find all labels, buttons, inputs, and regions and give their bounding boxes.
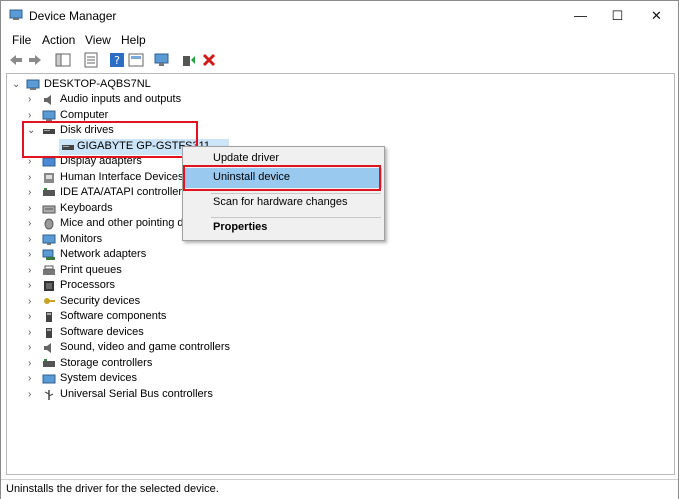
menu-help[interactable]: Help — [121, 33, 146, 47]
network-adapter-icon — [42, 249, 55, 260]
forward-arrow-icon[interactable] — [27, 52, 43, 68]
software-component-icon — [46, 312, 52, 322]
uninstall-x-icon[interactable] — [201, 52, 217, 68]
toolbar: ? — [1, 50, 678, 70]
tree-item-label: System devices — [60, 372, 138, 384]
properties-item[interactable]: Properties — [185, 218, 382, 238]
scan-hardware-icon[interactable] — [154, 52, 170, 68]
window-title: Device Manager — [29, 9, 117, 23]
status-bar: Uninstalls the driver for the selected d… — [1, 479, 678, 499]
view-icon[interactable] — [128, 52, 144, 68]
tree-root-label: DESKTOP-AQBS7NL — [44, 78, 151, 90]
chevron-right-icon[interactable]: › — [28, 265, 31, 276]
chevron-right-icon[interactable]: › — [28, 110, 31, 121]
computer-icon — [26, 79, 40, 90]
tree-item-mice[interactable]: › Mice and other pointing de — [25, 216, 185, 232]
tree-item-processors[interactable]: › Processors — [25, 278, 325, 294]
mouse-icon — [44, 218, 54, 230]
chevron-right-icon[interactable]: › — [28, 342, 31, 353]
title-bar: Device Manager — ☐ ✕ — [1, 1, 678, 31]
menu-bar: File Action View Help — [1, 31, 678, 49]
usb-icon — [44, 390, 54, 400]
chevron-right-icon[interactable]: › — [28, 218, 31, 229]
context-menu: Update driver Uninstall device Scan for … — [182, 146, 385, 241]
tree-item-label: Computer — [60, 109, 109, 121]
tree-item-label: Universal Serial Bus controllers — [60, 388, 213, 400]
menu-action[interactable]: Action — [42, 33, 75, 47]
tree-item-label: Human Interface Devices — [60, 171, 184, 183]
help-icon[interactable]: ? — [109, 52, 125, 68]
tree-item-software-components[interactable]: › Software components — [25, 309, 325, 325]
software-device-icon — [46, 328, 52, 338]
tree-item-usb[interactable]: › Universal Serial Bus controllers — [25, 387, 325, 403]
close-button[interactable]: ✕ — [634, 1, 679, 31]
status-text: Uninstalls the driver for the selected d… — [6, 483, 219, 495]
tree-item-label: Monitors — [60, 233, 103, 245]
chevron-right-icon[interactable]: › — [28, 234, 31, 245]
hid-icon — [44, 173, 54, 183]
tree-item-audio[interactable]: › Audio inputs and outputs — [25, 92, 325, 108]
svg-text:?: ? — [114, 54, 120, 67]
tree-item-label: Software devices — [60, 326, 144, 338]
tree-item-label: Software components — [60, 310, 167, 322]
monitor-icon — [42, 234, 56, 245]
tree-item-security[interactable]: › Security devices — [25, 294, 325, 310]
chevron-right-icon[interactable]: › — [28, 249, 31, 260]
chevron-right-icon[interactable]: › — [28, 327, 31, 338]
system-device-icon — [42, 374, 56, 384]
uninstall-annotation-box — [183, 165, 381, 191]
device-manager-icon — [9, 9, 23, 20]
tree-item-network[interactable]: › Network adapters — [25, 247, 325, 263]
show-hide-tree-icon[interactable] — [55, 52, 71, 68]
tree-item-label: Security devices — [60, 295, 141, 307]
tree-item-label: Audio inputs and outputs — [60, 93, 182, 105]
speaker-icon — [44, 343, 51, 353]
tree-item-sound[interactable]: › Sound, video and game controllers — [25, 340, 325, 356]
tree-item-label: Mice and other pointing de — [60, 217, 185, 229]
menu-file[interactable]: File — [12, 33, 31, 47]
ide-controller-icon — [43, 188, 55, 196]
chevron-right-icon[interactable]: › — [28, 280, 31, 291]
tree-item-print-queues[interactable]: › Print queues — [25, 263, 325, 279]
tree-item-label: Storage controllers — [60, 357, 153, 369]
tree-root[interactable]: ⌄ DESKTOP-AQBS7NL — [10, 77, 210, 93]
storage-controller-icon — [43, 359, 55, 367]
tree-item-storage[interactable]: › Storage controllers — [25, 356, 325, 372]
tree-item-label: Network adapters — [60, 248, 147, 260]
printer-icon — [43, 265, 55, 275]
security-key-icon — [44, 298, 55, 304]
disk-drives-annotation-box — [22, 121, 198, 158]
tree-item-label: Processors — [60, 279, 116, 291]
chevron-right-icon[interactable]: › — [28, 358, 31, 369]
chevron-down-icon[interactable]: ⌄ — [12, 79, 20, 90]
chevron-right-icon[interactable]: › — [28, 187, 31, 198]
processor-icon — [44, 281, 54, 291]
scan-hardware-item[interactable]: Scan for hardware changes — [185, 193, 382, 213]
chevron-right-icon[interactable]: › — [28, 203, 31, 214]
properties-icon[interactable] — [83, 52, 99, 68]
enable-device-icon[interactable] — [181, 52, 197, 68]
tree-item-label: Keyboards — [60, 202, 113, 214]
device-manager-window: Device Manager — ☐ ✕ File Action View He… — [0, 0, 679, 499]
keyboard-icon — [42, 205, 56, 214]
back-arrow-icon[interactable] — [8, 52, 24, 68]
tree-item-software-devices[interactable]: › Software devices — [25, 325, 325, 341]
chevron-right-icon[interactable]: › — [28, 172, 31, 183]
chevron-right-icon[interactable]: › — [28, 311, 31, 322]
tree-item-system[interactable]: › System devices — [25, 371, 325, 387]
chevron-right-icon[interactable]: › — [28, 373, 31, 384]
tree-item-label: IDE ATA/ATAPI controllers — [60, 186, 188, 198]
chevron-right-icon[interactable]: › — [28, 389, 31, 400]
chevron-right-icon[interactable]: › — [28, 296, 31, 307]
menu-view[interactable]: View — [85, 33, 111, 47]
speaker-icon — [44, 95, 51, 105]
chevron-right-icon[interactable]: › — [28, 94, 31, 105]
tree-item-label: Print queues — [60, 264, 122, 276]
tree-item-label: Sound, video and game controllers — [60, 341, 230, 353]
